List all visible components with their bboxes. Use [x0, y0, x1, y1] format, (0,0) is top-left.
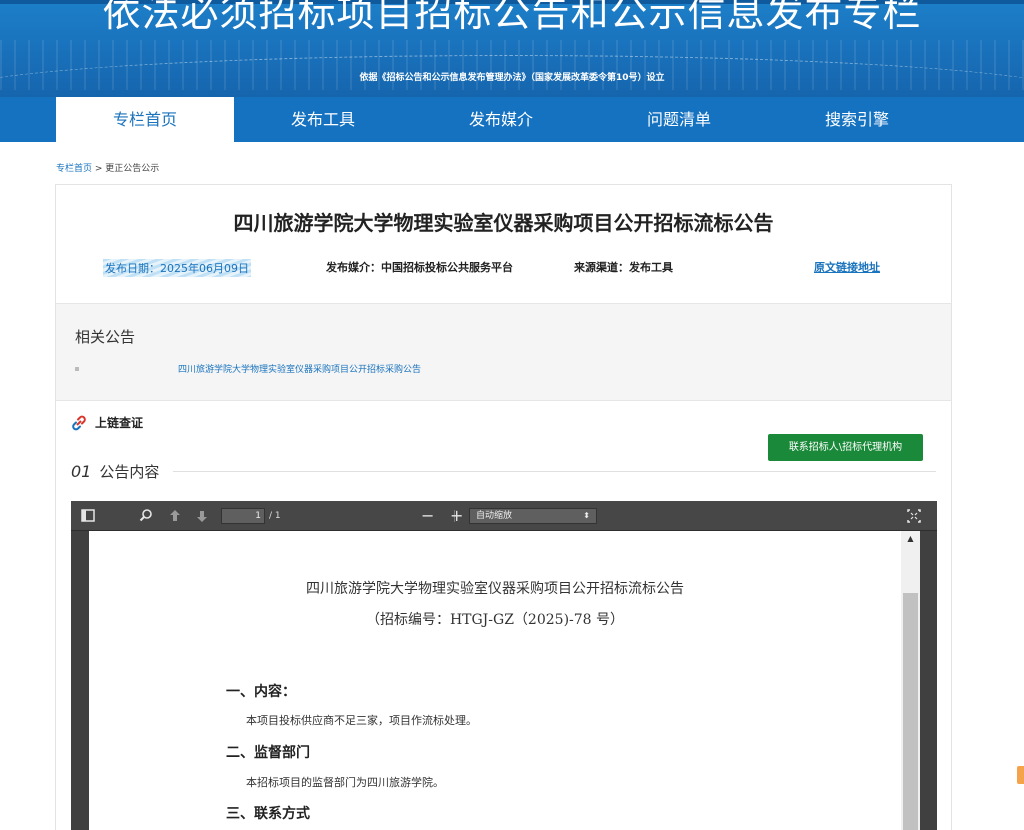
- pdf-toolbar: 1 / 1 − + 自动缩放 ⬍: [71, 501, 937, 531]
- pdf-viewer: 1 / 1 − + 自动缩放 ⬍ 四川旅游学院大学物理实验室仪器采购项目公开招标…: [71, 501, 937, 830]
- pdf-section-heading: 三、联系方式: [226, 806, 310, 822]
- zoom-select[interactable]: 自动缩放 ⬍: [469, 508, 597, 524]
- section-divider: [173, 471, 936, 472]
- pdf-section-heading: 一、内容：: [226, 684, 296, 700]
- pdf-scrollbar[interactable]: ▲: [901, 531, 920, 830]
- breadcrumb-current: 更正公告公示: [105, 164, 160, 174]
- pdf-title: 四川旅游学院大学物理实验室仪器采购项目公开招标流标公告: [306, 581, 684, 597]
- bullet-icon: [75, 367, 79, 371]
- nav-item-publish-tool[interactable]: 发布工具: [234, 97, 412, 142]
- zoom-in-button[interactable]: +: [450, 501, 463, 531]
- section-number: 01: [71, 462, 92, 481]
- link-icon: [71, 415, 87, 431]
- header-banner: 依法必须招标项目招标公告和公示信息发布专栏 依据《招标公告和公示信息发布管理办法…: [0, 0, 1024, 97]
- source-channel: 来源渠道：发布工具: [574, 261, 673, 274]
- main-nav: 专栏首页 发布工具 发布媒介 问题清单 搜索引擎: [0, 97, 1024, 142]
- zoom-out-button[interactable]: −: [421, 501, 434, 531]
- publish-media: 发布媒介：中国招标投标公共服务平台: [326, 261, 513, 274]
- notice-title: 四川旅游学院大学物理实验室仪器采购项目公开招标流标公告: [233, 211, 774, 235]
- nav-item-search[interactable]: 搜索引擎: [768, 97, 946, 142]
- publish-date: 发布日期：2025年06月09日: [103, 259, 251, 277]
- pdf-subtitle: （招标编号：HTGJ-GZ（2025)-78 号）: [365, 612, 625, 628]
- pdf-section-body: 本项目投标供应商不足三家，项目作流标处理。: [246, 714, 477, 727]
- breadcrumb-separator: >: [92, 164, 106, 174]
- breadcrumb-home-link[interactable]: 专栏首页: [56, 164, 92, 174]
- chain-verify-label: 上链查证: [95, 416, 144, 430]
- section-header: 01 公告内容: [71, 461, 936, 482]
- banner-subtitle: 依据《招标公告和公示信息发布管理办法》（国家发展改革委令第10号）设立: [359, 73, 665, 83]
- nav-item-faq[interactable]: 问题清单: [590, 97, 768, 142]
- previous-page-icon[interactable]: [169, 501, 181, 531]
- fullscreen-icon[interactable]: [907, 501, 921, 531]
- notice-card: 四川旅游学院大学物理实验室仪器采购项目公开招标流标公告 发布日期：2025年06…: [55, 184, 952, 830]
- zoom-select-value: 自动缩放: [476, 511, 513, 521]
- scrollbar-thumb[interactable]: [903, 593, 918, 830]
- pdf-page: 四川旅游学院大学物理实验室仪器采购项目公开招标流标公告 （招标编号：HTGJ-G…: [89, 531, 901, 830]
- pdf-section-heading: 二、监督部门: [226, 745, 310, 761]
- related-notice-link[interactable]: 四川旅游学院大学物理实验室仪器采购项目公开招标采购公告: [178, 362, 421, 375]
- breadcrumb: 专栏首页 > 更正公告公示: [56, 161, 159, 174]
- nav-item-publish-media[interactable]: 发布媒介: [412, 97, 590, 142]
- page-total: / 1: [269, 511, 281, 521]
- page-number-input[interactable]: 1: [221, 508, 265, 524]
- section-label: 公告内容: [99, 463, 160, 481]
- pdf-section-body: 本招标项目的监督部门为四川旅游学院。: [246, 776, 444, 789]
- nav-item-home[interactable]: 专栏首页: [56, 97, 234, 142]
- original-link[interactable]: 原文链接地址: [814, 259, 880, 275]
- banner-title: 依法必须招标项目招标公告和公示信息发布专栏: [102, 0, 922, 35]
- next-page-icon[interactable]: [196, 501, 208, 531]
- scroll-up-icon[interactable]: ▲: [901, 531, 920, 547]
- related-notices: 相关公告 四川旅游学院大学物理实验室仪器采购项目公开招标采购公告: [56, 303, 951, 401]
- related-heading: 相关公告: [75, 328, 136, 346]
- sidebar-toggle-icon[interactable]: [81, 501, 95, 531]
- search-icon[interactable]: [139, 501, 153, 531]
- contact-agency-button[interactable]: 联系招标人\招标代理机构: [768, 434, 923, 461]
- chain-verify[interactable]: 上链查证: [71, 414, 143, 431]
- chevron-updown-icon: ⬍: [583, 511, 590, 520]
- floating-side-tab[interactable]: [1017, 766, 1024, 784]
